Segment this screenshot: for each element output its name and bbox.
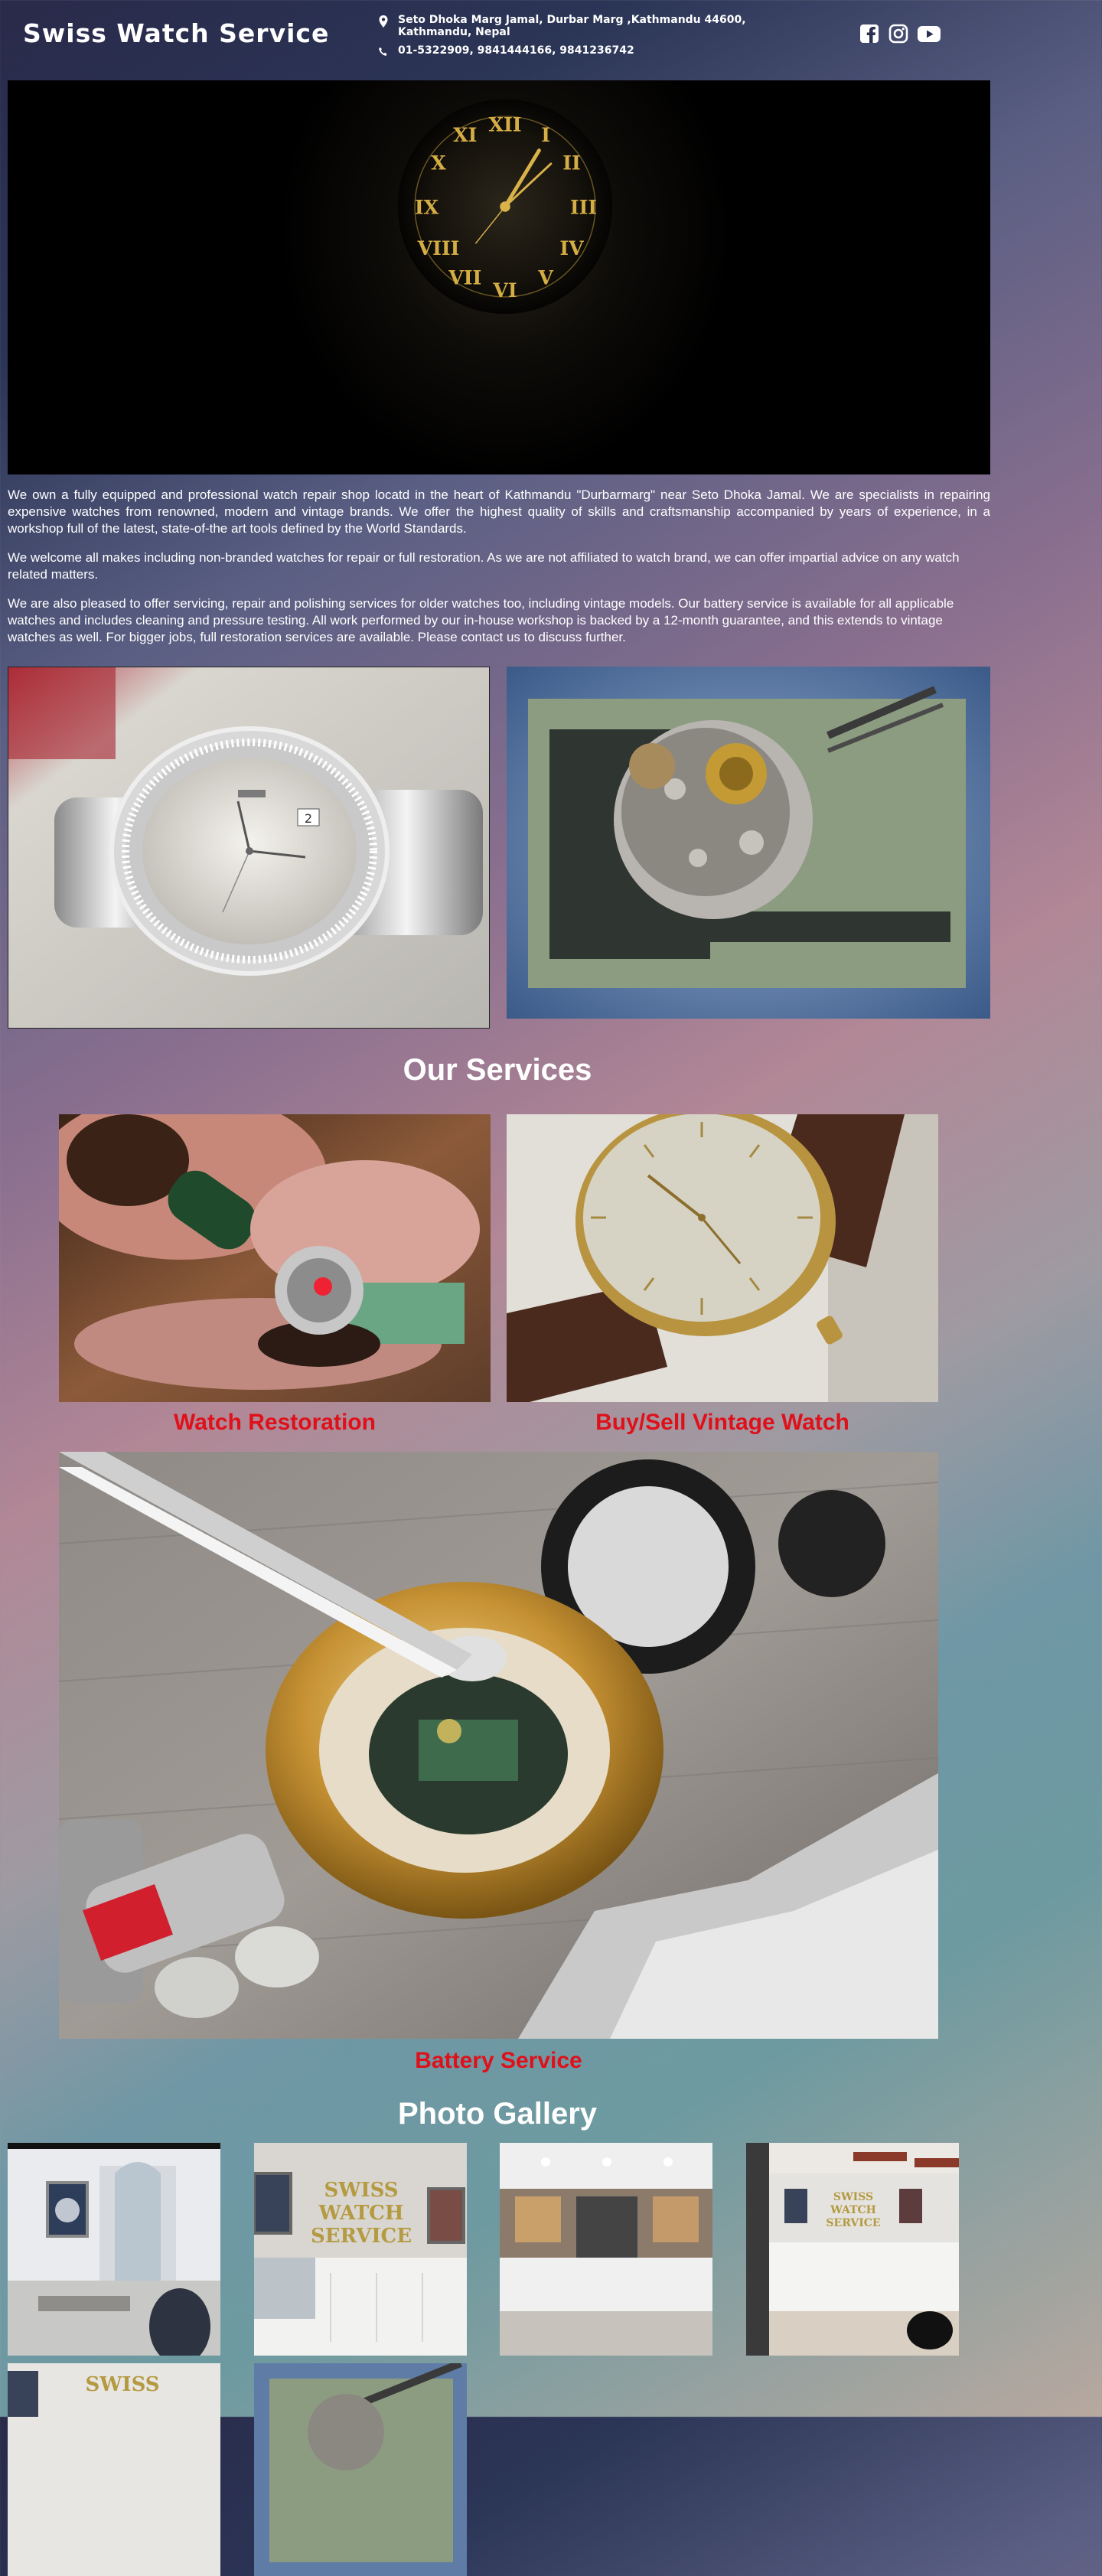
vintage-watch-photo	[507, 1114, 938, 1402]
sign-swiss-text-3: SWISS	[85, 2373, 159, 2396]
sign-swiss-text: SWISS	[324, 2179, 398, 2202]
address-text: Seto Dhoka Marg Jamal, Durbar Marg ,Kath…	[398, 14, 746, 38]
svg-text:2: 2	[305, 811, 312, 826]
svg-text:III: III	[570, 196, 597, 219]
service-title-restoration[interactable]: Watch Restoration	[59, 1410, 491, 1436]
about-paragraph-1: We own a fully equipped and professional…	[8, 487, 990, 536]
sign-service-text: SERVICE	[311, 2225, 412, 2248]
brand-title[interactable]: Swiss Watch Service	[23, 18, 329, 48]
watch-movement-photo	[507, 667, 990, 1019]
svg-text:V: V	[537, 266, 553, 289]
phone-icon	[379, 47, 387, 56]
instagram-icon[interactable]	[888, 23, 909, 44]
gallery-photo-5[interactable]: SWISS	[8, 2363, 220, 2576]
facebook-icon[interactable]	[859, 23, 880, 44]
gallery-photo-6[interactable]	[254, 2363, 467, 2576]
address-row: Seto Dhoka Marg Jamal, Durbar Marg ,Kath…	[378, 14, 807, 38]
site-header: Swiss Watch Service Seto Dhoka Marg Jama…	[0, 0, 1102, 70]
service-title-battery[interactable]: Battery Service	[59, 2048, 938, 2074]
sign-watch-text: WATCH	[318, 2202, 404, 2225]
about-paragraph-3: We are also pleased to offer servicing, …	[8, 596, 954, 644]
svg-text:IX: IX	[415, 196, 439, 219]
gallery-photo-2[interactable]: SWISS WATCH SERVICE	[254, 2143, 467, 2356]
gallery-photo-3[interactable]	[500, 2143, 712, 2356]
svg-text:IV: IV	[559, 236, 584, 259]
sign-service-text-2: SERVICE	[826, 2217, 880, 2229]
sign-swiss-text-2: SWISS	[833, 2191, 873, 2203]
sign-watch-text-2: WATCH	[830, 2204, 876, 2216]
contact-info: Seto Dhoka Marg Jamal, Durbar Marg ,Kath…	[378, 14, 807, 64]
svg-text:VII: VII	[448, 266, 481, 289]
svg-text:X: X	[431, 152, 446, 174]
svg-text:XII: XII	[489, 112, 522, 135]
svg-text:XI: XI	[453, 123, 477, 146]
battery-service-photo	[59, 1452, 938, 2039]
social-links	[859, 23, 941, 44]
about-section: We own a fully equipped and professional…	[8, 487, 990, 658]
svg-text:II: II	[562, 152, 581, 174]
about-paragraph-2: We welcome all makes including non-brand…	[8, 550, 960, 582]
rolex-watch-photo: 2	[8, 667, 490, 1029]
phone-row: 01-5322909, 9841444166, 9841236742	[378, 44, 807, 58]
service-title-vintage[interactable]: Buy/Sell Vintage Watch	[507, 1410, 938, 1436]
svg-text:VIII: VIII	[417, 236, 460, 259]
svg-text:I: I	[541, 123, 550, 146]
services-title: Our Services	[403, 1053, 592, 1087]
youtube-icon[interactable]	[917, 23, 941, 44]
watch-restoration-photo	[59, 1114, 491, 1402]
gallery-title: Photo Gallery	[397, 2097, 598, 2131]
clock-face-image: XII I II III IV V VI VII VIII IX X XI	[397, 99, 613, 315]
phone-text: 01-5322909, 9841444166, 9841236742	[398, 44, 634, 57]
gallery-photo-4[interactable]: SWISS WATCH SERVICE	[746, 2143, 959, 2356]
gallery-photo-1[interactable]	[8, 2143, 220, 2356]
hero-banner: XII I II III IV V VI VII VIII IX X XI	[8, 80, 990, 474]
svg-text:VI: VI	[492, 279, 517, 302]
location-pin-icon	[379, 15, 388, 28]
